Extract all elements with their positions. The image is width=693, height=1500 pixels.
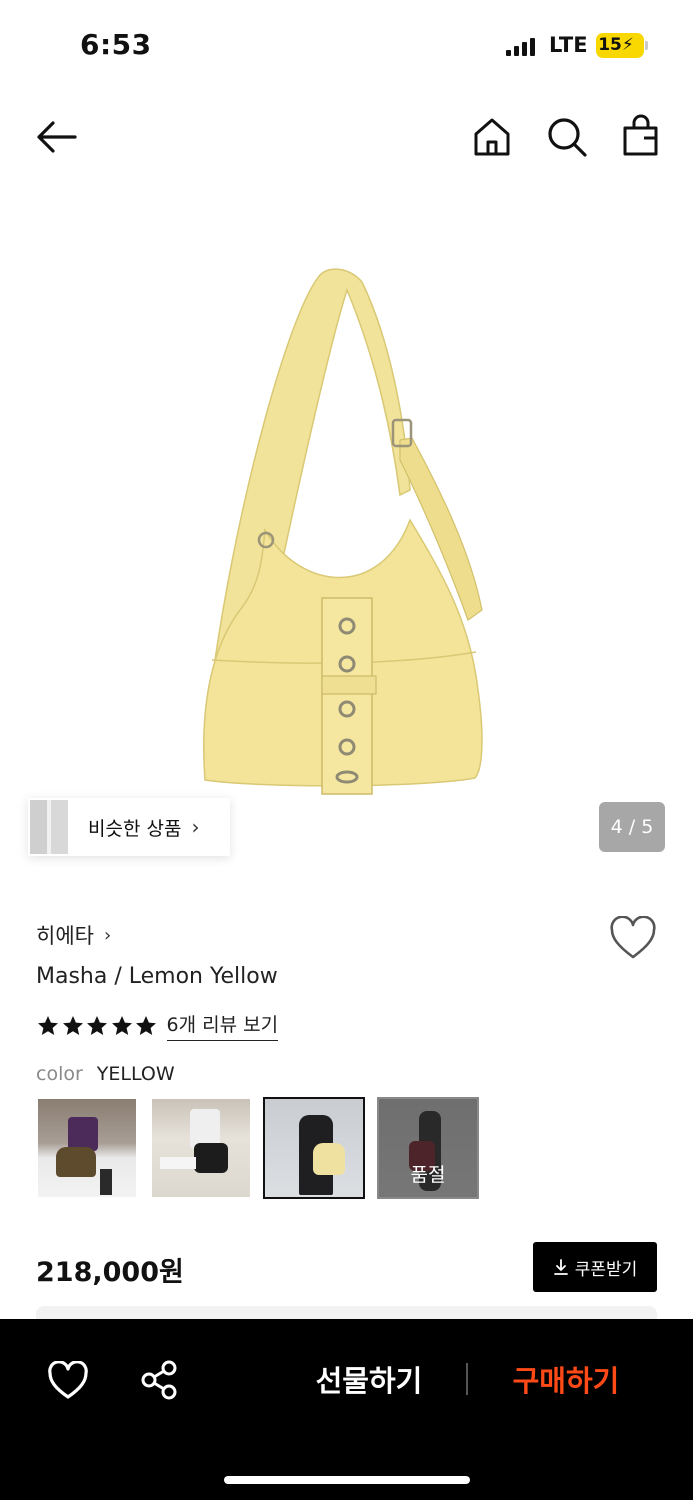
product-image[interactable] bbox=[0, 190, 693, 880]
star-icon bbox=[111, 1015, 132, 1035]
swatch-black[interactable] bbox=[150, 1097, 252, 1199]
status-time: 6:53 bbox=[80, 28, 152, 61]
wishlist-heart-icon[interactable] bbox=[608, 915, 658, 962]
swatch-yellow[interactable] bbox=[263, 1097, 365, 1199]
color-value: YELLOW bbox=[96, 1063, 175, 1085]
swatch-brown[interactable] bbox=[36, 1097, 138, 1199]
similar-products-label: 비슷한 상품 bbox=[88, 817, 182, 840]
bottom-action-bar: 선물하기 구매하기 bbox=[0, 1319, 693, 1500]
status-bar: 6:53 LTE 15⚡ bbox=[0, 0, 693, 92]
brand-name: 히에타 bbox=[36, 924, 94, 948]
back-arrow-icon[interactable] bbox=[34, 114, 80, 160]
star-icon bbox=[136, 1015, 156, 1035]
shopping-bag-icon[interactable] bbox=[618, 114, 664, 160]
heart-icon[interactable] bbox=[47, 1360, 89, 1401]
chevron-right-icon: › bbox=[103, 924, 112, 946]
soldout-label: 품절 bbox=[377, 1097, 479, 1199]
coupon-button[interactable]: 쿠폰받기 bbox=[533, 1242, 657, 1292]
image-pager: 4 / 5 bbox=[599, 802, 665, 852]
search-icon[interactable] bbox=[544, 114, 590, 160]
share-icon[interactable] bbox=[140, 1360, 178, 1400]
review-link[interactable]: 6개 리뷰 보기 bbox=[166, 1010, 279, 1041]
brand-link[interactable]: 히에타 › bbox=[36, 920, 111, 950]
rating-stars bbox=[36, 1014, 159, 1038]
battery-cap bbox=[645, 41, 648, 50]
signal-icon bbox=[506, 38, 536, 56]
similar-thumbnail bbox=[30, 800, 68, 854]
swatch-red[interactable]: 품절 bbox=[377, 1097, 479, 1199]
product-name: Masha / Lemon Yellow bbox=[36, 964, 278, 989]
divider bbox=[466, 1363, 468, 1395]
color-key: color bbox=[36, 1063, 83, 1085]
battery-level: 15⚡ bbox=[598, 35, 634, 55]
network-label: LTE bbox=[549, 33, 588, 57]
star-icon bbox=[38, 1015, 58, 1035]
star-icon bbox=[62, 1015, 83, 1035]
home-icon[interactable] bbox=[469, 114, 515, 160]
price: 218,000원 bbox=[36, 1257, 184, 1288]
chevron-right-icon: › bbox=[191, 815, 200, 839]
gift-button[interactable]: 선물하기 bbox=[300, 1357, 438, 1405]
home-indicator bbox=[224, 1476, 470, 1484]
battery-icon: 15⚡ bbox=[596, 33, 644, 58]
star-icon bbox=[87, 1015, 107, 1035]
similar-products-button[interactable]: 비슷한 상품 › bbox=[28, 798, 230, 856]
color-row: color YELLOW bbox=[36, 1063, 175, 1085]
download-icon bbox=[553, 1259, 568, 1275]
buy-button[interactable]: 구매하기 bbox=[496, 1357, 636, 1405]
coupon-label: 쿠폰받기 bbox=[574, 1259, 638, 1280]
rating-row: 6개 리뷰 보기 bbox=[36, 1010, 279, 1041]
